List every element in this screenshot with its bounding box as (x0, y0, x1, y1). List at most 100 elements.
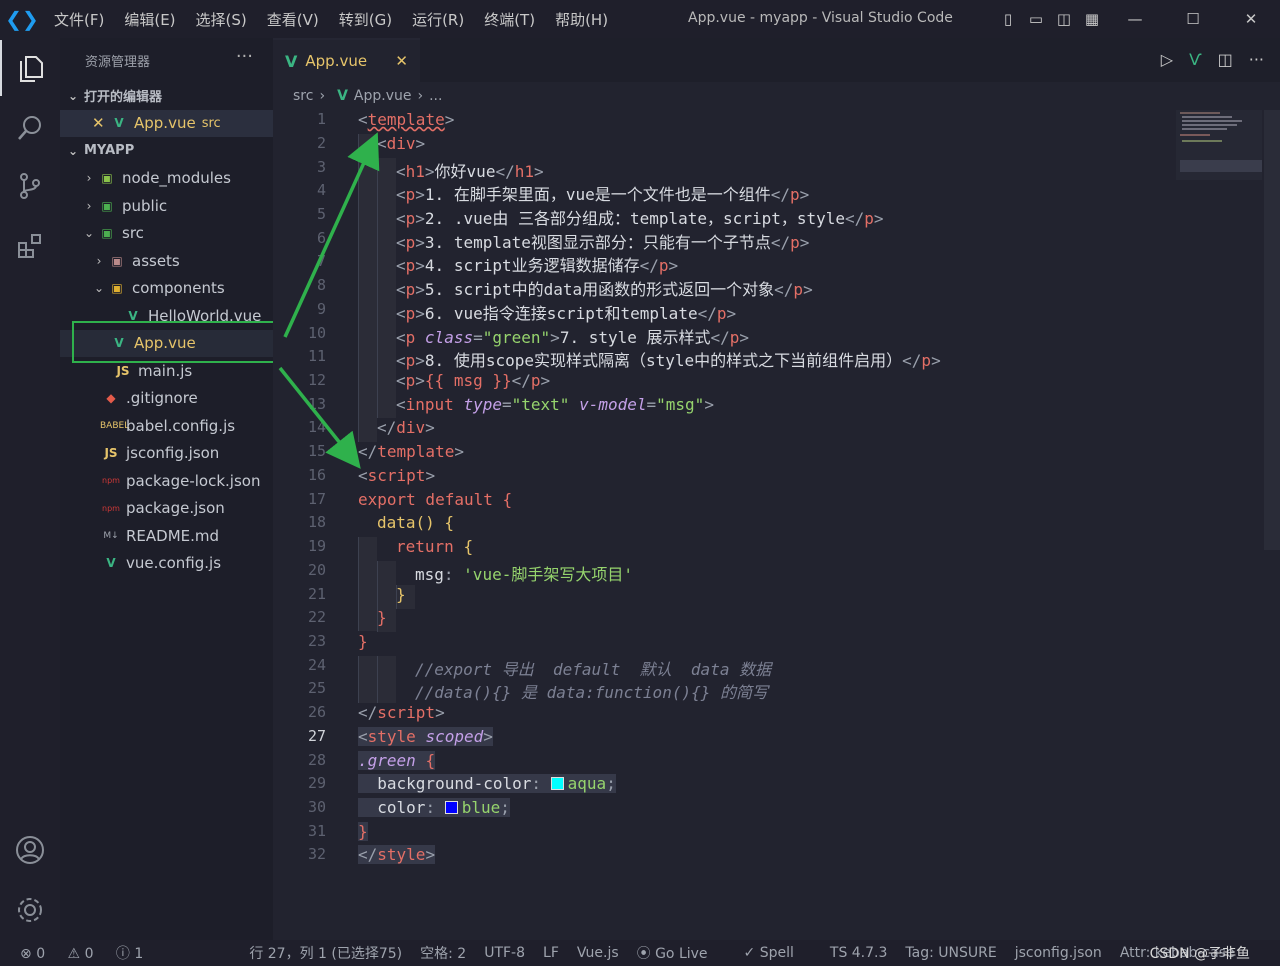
menu-run[interactable]: 运行(R) (402, 9, 474, 30)
open-editors-section[interactable]: ⌄ 打开的编辑器 (60, 82, 273, 110)
code-line-selected: </style> (358, 845, 436, 864)
vscode-logo-icon: ❮❯ (5, 7, 39, 31)
vue-file-icon: V (337, 88, 348, 104)
vertical-scrollbar[interactable] (1264, 110, 1280, 550)
project-section[interactable]: ⌄ MYAPP (60, 137, 273, 165)
js-file-icon: JS (116, 363, 130, 378)
tree-item-jsconfig[interactable]: JS jsconfig.json (60, 440, 273, 468)
code-line: return { (396, 537, 474, 556)
tab-label: App.vue (305, 52, 368, 70)
breadcrumb-file[interactable]: App.vue (354, 88, 412, 104)
toggle-sidebar-icon[interactable]: ▯ (994, 10, 1022, 28)
explorer-icon[interactable] (0, 40, 60, 96)
menu-edit[interactable]: 编辑(E) (114, 9, 185, 30)
explorer-title: 资源管理器 (85, 54, 151, 70)
editor-area: V App.vue ✕ ▷ Ѵ ◫ ··· src › V App.vue › … (273, 38, 1280, 940)
folder-node-icon: ▣ (101, 171, 113, 186)
settings-gear-icon[interactable] (0, 882, 60, 938)
vue-file-icon: V (114, 116, 124, 131)
code-line: <p>4. script业务逻辑数据储存</p> (396, 256, 679, 275)
menu-go[interactable]: 转到(G) (329, 9, 402, 30)
tree-item-babel[interactable]: BABEL babel.config.js (60, 412, 273, 440)
tree-label: README.md (126, 526, 220, 545)
vue-devtools-icon[interactable]: Ѵ (1189, 50, 1202, 69)
run-icon[interactable]: ▷ (1161, 50, 1173, 69)
minimap[interactable] (1176, 110, 1262, 180)
split-editor-icon[interactable]: ◫ (1218, 50, 1233, 69)
indent-spaces[interactable]: 空格: 2 (420, 943, 466, 963)
tree-item-assets[interactable]: › ▣ assets (60, 247, 273, 275)
tree-item-readme[interactable]: M↓ README.md (60, 522, 273, 550)
spell-check[interactable]: ✓ Spell (744, 945, 812, 961)
code-line: <p>8. 使用scope实现样式隔离（style中的样式之下当前组件启用）</… (396, 351, 941, 370)
tree-item-package[interactable]: npm package.json (60, 495, 273, 523)
jsconfig-indicator[interactable]: jsconfig.json (1015, 945, 1102, 961)
tag-case[interactable]: Tag: UNSURE (905, 945, 996, 961)
color-swatch[interactable] (550, 777, 564, 790)
project-label: MYAPP (84, 143, 135, 159)
tree-label: jsconfig.json (126, 444, 220, 463)
tree-item-gitignore[interactable]: ◆ .gitignore (60, 385, 273, 413)
menu-terminal[interactable]: 终端(T) (474, 9, 545, 30)
folder-public-icon: ▣ (101, 198, 113, 213)
tree-item-vue-config[interactable]: Vvue.config.js (60, 550, 273, 578)
menu-help[interactable]: 帮助(H) (545, 9, 618, 30)
menu-view[interactable]: 查看(V) (257, 9, 329, 30)
more-actions-icon[interactable]: ··· (1249, 50, 1264, 69)
explorer-header: 资源管理器 ··· (60, 38, 273, 82)
toggle-secondary-sidebar-icon[interactable]: ◫ (1050, 10, 1078, 28)
tab-app-vue[interactable]: V App.vue ✕ (273, 38, 420, 82)
file-encoding[interactable]: UTF-8 (484, 945, 525, 961)
close-tab-icon[interactable]: ✕ (395, 52, 408, 70)
account-icon[interactable] (0, 822, 60, 878)
open-editor-item[interactable]: ✕ V App.vue src (60, 109, 273, 137)
maximize-icon[interactable]: ☐ (1164, 10, 1222, 28)
code-line: <div> (377, 134, 426, 153)
color-swatch[interactable] (444, 801, 458, 814)
tree-label: src (122, 224, 144, 243)
folder-components-icon: ▣ (111, 281, 123, 296)
source-control-icon[interactable] (0, 158, 60, 214)
tree-label: main.js (138, 361, 193, 380)
status-bar: ⊗ 0 ⚠ 0 ⓘ 1 行 27，列 1 (已选择75) 空格: 2 UTF-8… (0, 940, 1280, 966)
editor-tabs: V App.vue ✕ ▷ Ѵ ◫ ··· (273, 38, 1280, 82)
problems-indicator[interactable]: ⊗ 0 ⚠ 0 ⓘ 1 (20, 943, 161, 963)
close-window-icon[interactable]: ✕ (1222, 10, 1280, 28)
customize-layout-icon[interactable]: ▦ (1078, 10, 1106, 28)
search-icon[interactable] (0, 100, 60, 156)
go-live-button[interactable]: ⦿ Go Live (637, 943, 726, 963)
cursor-position[interactable]: 行 27，列 1 (已选择75) (249, 943, 402, 963)
tree-item-package-lock[interactable]: npm package-lock.json (60, 467, 273, 495)
breadcrumb-folder[interactable]: src (293, 88, 313, 104)
breadcrumb-more[interactable]: ... (429, 88, 442, 104)
ts-version[interactable]: TS 4.7.3 (830, 945, 888, 961)
toggle-panel-icon[interactable]: ▭ (1022, 10, 1050, 28)
menu-file[interactable]: 文件(F) (44, 9, 114, 30)
npm-file-icon: npm (102, 503, 120, 513)
extensions-icon[interactable] (0, 218, 60, 274)
code-line: data() { (377, 513, 455, 532)
code-line: } (396, 585, 406, 604)
more-actions-icon[interactable]: ··· (236, 46, 253, 67)
chevron-right-icon: › (319, 88, 326, 104)
folder-src-icon: ▣ (101, 226, 113, 241)
tree-item-node-modules[interactable]: › ▣ node_modules (60, 165, 273, 193)
breadcrumb: src › V App.vue › ... (273, 82, 1280, 110)
minimize-icon[interactable]: — (1106, 10, 1164, 28)
end-of-line[interactable]: LF (543, 945, 559, 961)
highlight-box (72, 321, 280, 363)
code-line-selected: background-color: aqua; (358, 774, 616, 793)
tree-label: vue.config.js (126, 554, 222, 573)
chevron-right-icon: › (96, 253, 102, 268)
menu-selection[interactable]: 选择(S) (186, 9, 257, 30)
tree-item-public[interactable]: › ▣ public (60, 192, 273, 220)
code-line-selected: color: blue; (358, 798, 510, 817)
tree-item-src[interactable]: ⌄ ▣ src (60, 220, 273, 248)
close-editor-icon[interactable]: ✕ (92, 114, 108, 132)
code-line: <p>{{ msg }}</p> (396, 371, 551, 390)
code-line-selected: <style scoped> (358, 727, 493, 746)
open-editor-filename: App.vue (134, 114, 196, 133)
language-mode[interactable]: Vue.js (577, 945, 619, 961)
chevron-right-icon: › (86, 198, 92, 213)
tree-item-components[interactable]: ⌄ ▣ components (60, 275, 273, 303)
